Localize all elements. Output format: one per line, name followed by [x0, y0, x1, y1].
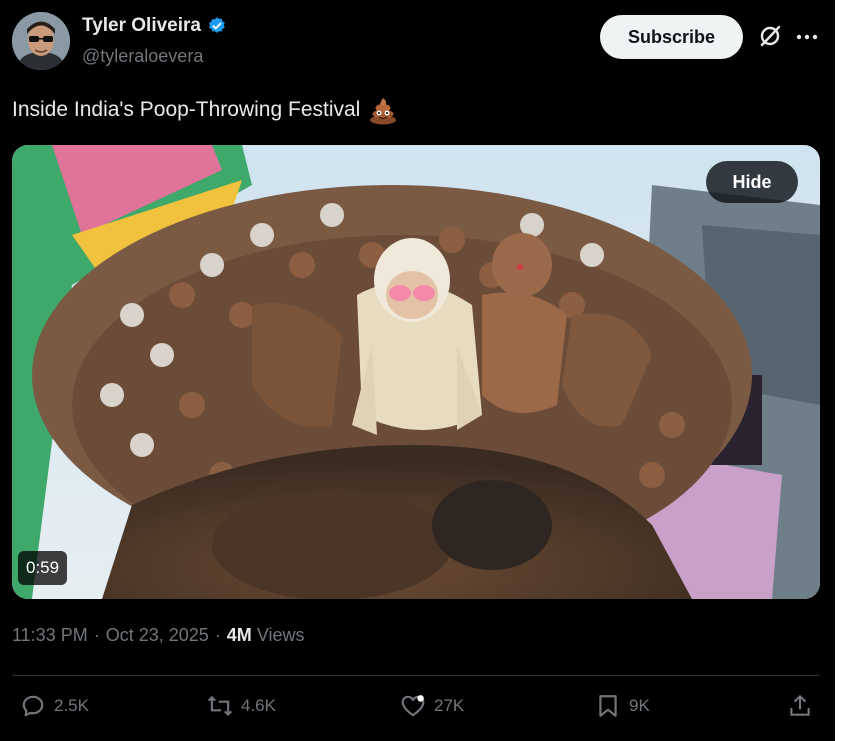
- views-stat[interactable]: 4M Views: [227, 625, 305, 646]
- hide-media-button[interactable]: Hide: [706, 161, 798, 203]
- author-display-name[interactable]: Tyler Oliveira: [82, 15, 201, 37]
- heart-icon: [401, 695, 425, 717]
- reply-icon: [22, 695, 44, 717]
- tweet-meta: 11:33 PM · Oct 23, 2025 · 4M Views: [12, 625, 305, 646]
- author-name-row: Tyler Oliveira: [82, 15, 227, 37]
- avatar-image: [12, 12, 70, 70]
- tweet-time[interactable]: 11:33 PM: [12, 625, 88, 646]
- author-handle[interactable]: @tyleraloevera: [82, 46, 203, 67]
- subscribe-button[interactable]: Subscribe: [600, 15, 743, 59]
- video-duration: 0:59: [18, 551, 68, 585]
- reply-count: 2.5K: [54, 696, 89, 715]
- tweet-text: Inside India's Poop-Throwing Festival: [12, 95, 398, 125]
- share-icon: [790, 695, 810, 716]
- bookmark-count: 9K: [629, 696, 650, 715]
- reply-button[interactable]: 2.5K: [20, 693, 89, 719]
- tweet-date[interactable]: Oct 23, 2025: [106, 625, 209, 646]
- avatar[interactable]: [12, 12, 70, 70]
- poop-emoji-icon: [370, 98, 397, 125]
- video-media[interactable]: Hide 0:59: [12, 145, 820, 599]
- tweet-text-content: Inside India's Poop-Throwing Festival: [12, 98, 361, 121]
- views-label: Views: [256, 625, 305, 645]
- meta-separator: ·: [93, 625, 100, 645]
- like-count: 27K: [434, 696, 465, 715]
- divider: [12, 675, 820, 676]
- share-button[interactable]: [787, 693, 813, 719]
- repost-count: 4.6K: [241, 696, 276, 715]
- bookmark-icon: [599, 695, 617, 717]
- like-button[interactable]: 27K: [400, 693, 464, 719]
- repost-icon: [207, 696, 233, 716]
- video-thumbnail: [12, 145, 820, 599]
- views-count: 4M: [226, 625, 252, 645]
- verified-badge-icon[interactable]: [207, 16, 227, 36]
- more-dots-icon[interactable]: [794, 27, 820, 47]
- slashed-circle-icon[interactable]: [758, 24, 782, 48]
- page-edge: [835, 0, 841, 741]
- tweet-card: Tyler Oliveira @tyleraloevera Subscribe …: [0, 0, 835, 741]
- repost-button[interactable]: 4.6K: [207, 693, 276, 719]
- bookmark-button[interactable]: 9K: [595, 693, 650, 719]
- meta-separator: ·: [214, 625, 221, 645]
